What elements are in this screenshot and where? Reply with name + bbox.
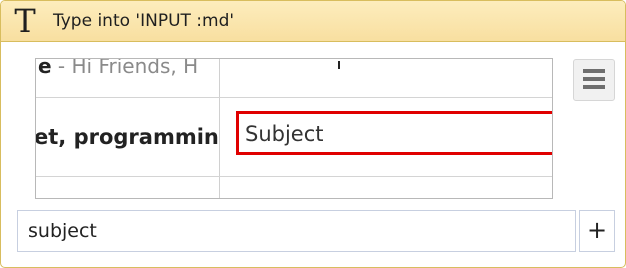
activity-title: Type into 'INPUT :md' xyxy=(53,11,235,31)
element-screenshot-preview: e - Hi Friends, H et, programmin Subject xyxy=(35,58,553,199)
preview-left-column: e - Hi Friends, H et, programmin xyxy=(36,59,220,198)
hamburger-menu-button[interactable] xyxy=(573,59,615,101)
preview-row-divider xyxy=(36,176,552,177)
preview-top-bold: e xyxy=(38,59,52,78)
selector-text-input[interactable] xyxy=(17,210,576,252)
preview-top-text: - Hi Friends, H xyxy=(51,59,199,78)
hamburger-menu-icon xyxy=(583,77,605,81)
hamburger-menu-icon xyxy=(583,69,605,73)
target-field-text: Subject xyxy=(245,122,324,146)
preview-middle-snippet: et, programmin xyxy=(36,125,219,149)
activity-header[interactable]: T Type into 'INPUT :md' xyxy=(1,1,625,42)
highlighted-target-field: Subject xyxy=(236,111,552,155)
text-cursor-mark xyxy=(338,61,340,69)
add-button[interactable]: + xyxy=(579,210,615,252)
activity-card: T Type into 'INPUT :md' e - Hi Friends, … xyxy=(0,0,626,268)
type-text-icon: T xyxy=(14,2,36,40)
preview-row-divider xyxy=(36,97,552,98)
hamburger-menu-icon xyxy=(583,85,605,89)
preview-top-snippet: e - Hi Friends, H xyxy=(38,59,198,79)
